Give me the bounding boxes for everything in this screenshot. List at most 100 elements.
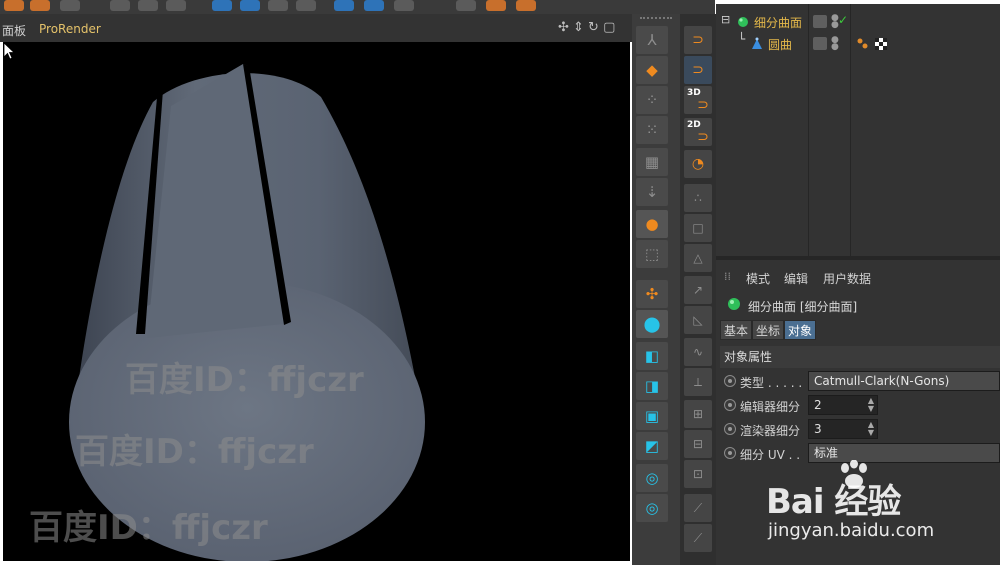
mouse-cursor-icon — [3, 42, 15, 60]
boole-tool-2[interactable]: ◨ — [636, 372, 668, 400]
object-row[interactable]: ⊟ 细分曲面 ● ● ✓ — [716, 12, 1000, 32]
object-manager: ⊟ 细分曲面 ● ● ✓ └ 圆曲 ● ● — [716, 4, 1000, 256]
palette-grip[interactable] — [640, 17, 672, 21]
attribute-title: 细分曲面 [细分曲面] — [748, 300, 858, 314]
snap-grid-line-icon: ⊟ — [692, 437, 704, 451]
snap-option-11[interactable]: ⟋ — [684, 494, 712, 522]
snap-quantize-button[interactable]: ◔ — [684, 150, 712, 178]
tree-collapse-icon[interactable]: ⊟ — [721, 13, 730, 26]
editor-subdivision-value: 2 — [814, 398, 822, 412]
snap-option-4[interactable]: ↗ — [684, 276, 712, 304]
snap-option-1[interactable]: ∴ — [684, 184, 712, 212]
menu-prorender[interactable]: ProRender — [39, 22, 101, 36]
snap-option-7[interactable]: ⟂ — [684, 368, 712, 396]
axis-enable-tool[interactable]: ● — [636, 210, 668, 238]
xyz-axis-icon: ● — [645, 215, 659, 233]
animate-radio[interactable] — [724, 375, 736, 387]
axis-tool[interactable]: ⅄ — [636, 26, 668, 54]
tree-branch-icon: └ — [738, 32, 746, 46]
snap-point-icon: ∴ — [694, 191, 702, 205]
snap-option-2[interactable]: □ — [684, 214, 712, 242]
snap-option-3[interactable]: △ — [684, 244, 712, 272]
panel-grip-icon[interactable]: ⁞⁞ — [724, 270, 731, 283]
square-gear-icon: ◩ — [644, 437, 660, 455]
main-toolbar-strip — [0, 0, 715, 14]
enabled-check-icon[interactable]: ✓ — [838, 13, 848, 27]
object-row[interactable]: └ 圆曲 ● ● — [716, 32, 1000, 55]
material-tags-icon[interactable] — [856, 36, 890, 55]
viewport-nav-icons[interactable]: ✣ ⇕ ↻ ▢ — [558, 20, 615, 35]
film-icon[interactable] — [60, 0, 80, 11]
uv-mode-tool[interactable]: ⇣ — [636, 178, 668, 206]
uv-icon: ⇣ — [645, 183, 659, 201]
hair-icon[interactable] — [486, 0, 506, 11]
layer-visibility-icon[interactable] — [813, 37, 827, 50]
menu-panel[interactable]: 面板 — [2, 22, 26, 39]
snap-option-6[interactable]: ∿ — [684, 338, 712, 366]
circles-icon: ◎ — [645, 499, 659, 517]
snap-option-8[interactable]: ⊞ — [684, 400, 712, 428]
property-type: 类型 . . . . . Catmull-Clark(N-Gons) — [716, 370, 1000, 392]
polygon-mode-tool[interactable]: ▦ — [636, 148, 668, 176]
render-picture-icon[interactable] — [138, 0, 158, 11]
animate-radio[interactable] — [724, 423, 736, 435]
snap-3d-button[interactable]: 3D ⊃ — [684, 86, 712, 114]
snap-tool[interactable]: ✣ — [636, 280, 668, 308]
editor-subdivision-input[interactable]: 2 ▲ ▼ — [808, 395, 878, 415]
menu-mode[interactable]: 模式 — [746, 270, 770, 287]
snap-vertex-button[interactable]: ⊃ — [684, 56, 712, 84]
menu-edit[interactable]: 编辑 — [784, 270, 808, 287]
snap-option-12[interactable]: ⟋ — [684, 524, 712, 552]
tab-coordinates[interactable]: 坐标 — [752, 320, 785, 340]
layer-visibility-icon[interactable] — [813, 15, 827, 28]
polygon-grid-icon: ▦ — [644, 153, 660, 171]
render-subdivision-input[interactable]: 3 ▲ ▼ — [808, 419, 878, 439]
stepper-icon[interactable]: ▲ ▼ — [868, 421, 874, 437]
light-icon[interactable] — [516, 0, 536, 11]
workplane-tool[interactable]: ⬚ — [636, 240, 668, 268]
undo-icon[interactable] — [4, 0, 24, 11]
snap-option-5[interactable]: ◺ — [684, 306, 712, 334]
redo-icon[interactable] — [30, 0, 50, 11]
point-mode-tool[interactable]: ⁘ — [636, 86, 668, 114]
3d-viewport[interactable]: 百度ID：ffjczr 百度ID：ffjczr 百度ID：ffjczr — [3, 42, 630, 561]
tab-basic[interactable]: 基本 — [720, 320, 753, 340]
edge-mode-tool[interactable]: ⁙ — [636, 116, 668, 144]
snap-2d-button[interactable]: 2D ⊃ — [684, 118, 712, 146]
cube-icon[interactable] — [212, 0, 232, 11]
menu-user-data[interactable]: 用户数据 — [823, 270, 871, 287]
animate-radio[interactable] — [724, 447, 736, 459]
snap-magnet-button[interactable]: ⊃ — [684, 26, 712, 54]
type-select[interactable]: Catmull-Clark(N-Gons) — [808, 371, 1000, 391]
intersect-tool-2[interactable]: ◎ — [636, 494, 668, 522]
spline-icon[interactable] — [240, 0, 260, 11]
camera-icon[interactable] — [394, 0, 414, 11]
axis-icon: ⅄ — [647, 31, 657, 49]
watermark-baidu-id: 百度ID：ffjczr — [29, 508, 268, 548]
boole-tool-1[interactable]: ◧ — [636, 342, 668, 370]
intersect-tool-1[interactable]: ◎ — [636, 464, 668, 492]
array-icon[interactable] — [296, 0, 316, 11]
section-object-properties: 对象属性 — [720, 346, 1000, 368]
square-gear-icon: ▣ — [644, 407, 660, 425]
scene-icon[interactable] — [364, 0, 384, 11]
magnet-icon: ⊃ — [697, 129, 709, 145]
render-active-tool[interactable]: ⬤ — [636, 310, 668, 338]
render-view-icon[interactable] — [110, 0, 130, 11]
snap-edge-icon: ↗ — [692, 283, 704, 297]
deformer-icon[interactable] — [334, 0, 354, 11]
snap-option-9[interactable]: ⊟ — [684, 430, 712, 458]
snap-option-10[interactable]: ⊡ — [684, 460, 712, 488]
render-settings-icon[interactable] — [166, 0, 186, 11]
snap-guide-icon: ⟋ — [693, 500, 703, 515]
editor-render-dots[interactable]: ● ● — [831, 36, 839, 52]
stepper-icon[interactable]: ▲ ▼ — [868, 397, 874, 413]
make-editable-tool[interactable]: ◆ — [636, 56, 668, 84]
tab-object[interactable]: 对象 — [784, 320, 817, 340]
boole-tool-3[interactable]: ▣ — [636, 402, 668, 430]
snap-palette: ⊃ ⊃ 3D ⊃ 2D ⊃ ◔ ∴ □ △ ↗ ◺ ∿ ⟂ ⊞ ⊟ ⊡ ⟋ ⟋ — [680, 14, 716, 565]
tag-icon[interactable] — [456, 0, 476, 11]
nurbs-icon[interactable] — [268, 0, 288, 11]
animate-radio[interactable] — [724, 399, 736, 411]
boole-tool-4[interactable]: ◩ — [636, 432, 668, 460]
